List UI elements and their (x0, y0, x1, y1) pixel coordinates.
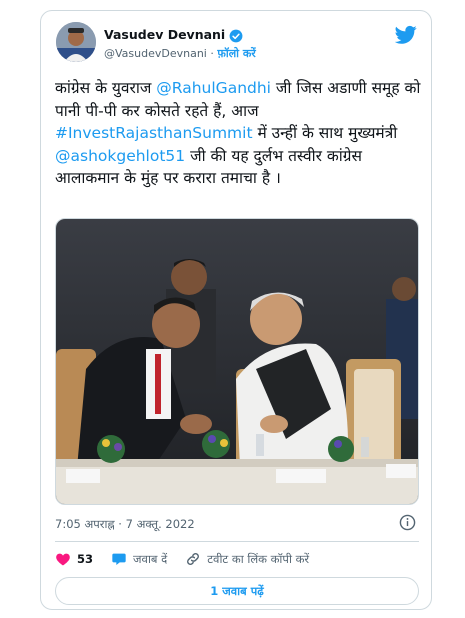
follow-link[interactable]: फ़ॉलो करें (217, 47, 255, 60)
copy-link-label: टवीट का लिंक कॉपी करें (207, 551, 310, 566)
copy-link-button[interactable]: टवीट का लिंक कॉपी करें (185, 551, 309, 567)
heart-icon (56, 553, 70, 566)
author-handle[interactable]: @VasudevDevnani (104, 47, 207, 60)
avatar[interactable] (56, 22, 96, 62)
verified-badge-icon (229, 28, 243, 42)
divider (55, 541, 419, 542)
author-handle-row: @VasudevDevnani · फ़ॉलो करें (104, 46, 256, 61)
author-name-row[interactable]: Vasudev Devnani (104, 27, 243, 42)
reply-button[interactable]: जवाब दें (111, 551, 167, 567)
tweet-text: कांग्रेस के युवराज @RahulGandhi जी जिस अ… (55, 77, 423, 190)
like-button[interactable]: 53 (55, 551, 93, 567)
author-name[interactable]: Vasudev Devnani (104, 27, 225, 42)
like-count: 53 (77, 552, 94, 566)
read-replies-button[interactable]: 1 जवाब पढ़ें (55, 577, 419, 605)
mention-ashokgehlot51-link[interactable]: @ashokgehlot51 (55, 147, 185, 165)
info-icon[interactable] (399, 514, 416, 531)
tweet-card: Vasudev Devnani @VasudevDevnani · फ़ॉलो … (40, 10, 432, 610)
twitter-bird-icon[interactable] (394, 25, 417, 45)
hashtag-investrajasthansummit-link[interactable]: #InvestRajasthanSummit (55, 124, 253, 142)
tweet-timestamp[interactable]: 7:05 अपराह्न · 7 अक्तू. 2022 (55, 517, 195, 532)
handle-separator: · (210, 47, 214, 60)
mention-rahulgandhi-link[interactable]: @RahulGandhi (156, 79, 271, 97)
reply-bubble-icon (112, 553, 126, 565)
reply-label: जवाब दें (133, 551, 168, 566)
tweet-text-part: में उन्हीं के साथ मुख्यमंत्री (252, 124, 398, 142)
tweet-actions: 53 जवाब दें टवीट का लिंक कॉपी करें (55, 551, 327, 567)
link-icon (187, 553, 200, 565)
tweet-text-part: कांग्रेस के युवराज (55, 79, 157, 97)
tweet-photo[interactable] (55, 218, 419, 505)
